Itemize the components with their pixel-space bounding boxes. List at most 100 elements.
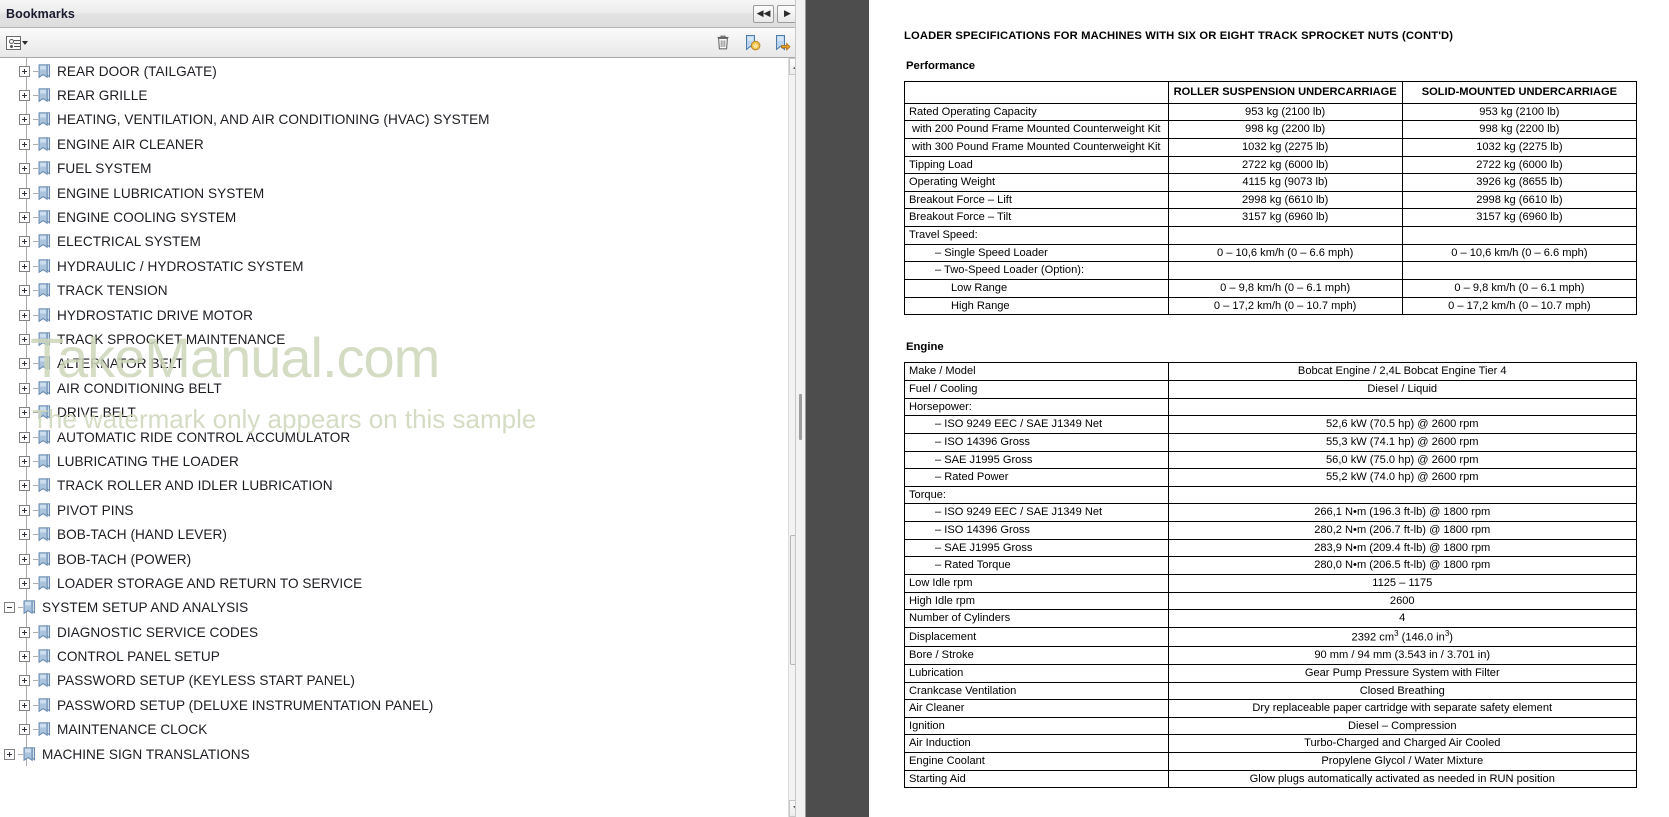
bookmark-icon [38, 210, 51, 225]
row-value: 90 mm / 94 mm (3.543 in / 3.701 in) [1167, 646, 1638, 665]
row-value: 266,1 N•m (196.3 ft-lb) @ 1800 rpm [1167, 503, 1638, 523]
bookmark-item[interactable]: HYDROSTATIC DRIVE MOTOR [0, 303, 788, 327]
expand-toggle-icon[interactable] [19, 382, 30, 394]
collapse-toggle-icon[interactable] [4, 602, 15, 614]
bookmark-item[interactable]: ELECTRICAL SYSTEM [0, 230, 788, 254]
expand-toggle-icon[interactable] [19, 236, 30, 248]
bookmark-icon [38, 576, 51, 591]
bookmark-icon [38, 454, 51, 469]
expand-toggle-icon[interactable] [19, 212, 30, 224]
bookmark-item-label: LOADER STORAGE AND RETURN TO SERVICE [57, 575, 363, 591]
bookmark-item[interactable]: REAR DOOR (TAILGATE) [0, 59, 788, 83]
table-row: – Rated Torque 280,0 N•m (206.5 ft-lb) @ … [904, 556, 1638, 576]
perf-col-1: ROLLER SUSPENSION UNDERCARRIAGE [1167, 81, 1403, 104]
expand-toggle-icon[interactable] [19, 407, 30, 419]
expand-toggle-icon[interactable] [19, 114, 30, 126]
expand-toggle-icon[interactable] [4, 748, 15, 760]
splitter-grip[interactable] [799, 394, 802, 440]
table-row: – Rated Power 55,2 kW (74.0 hp) @ 2600 rp… [904, 468, 1638, 487]
bookmark-item[interactable]: CONTROL PANEL SETUP [0, 644, 788, 668]
expand-toggle-icon[interactable] [19, 724, 30, 736]
row-value: Propylene Glycol / Water Mixture [1167, 752, 1638, 771]
expand-toggle-icon[interactable] [19, 577, 30, 589]
row-value [1167, 397, 1638, 417]
expand-toggle-icon[interactable] [19, 65, 30, 77]
bookmark-item[interactable]: DRIVE BELT [0, 400, 788, 424]
row-label: – SAE J1995 Gross [904, 538, 1169, 558]
bookmark-item[interactable]: MACHINE SIGN TRANSLATIONS [0, 742, 788, 766]
row-value-roller: 0 – 17,2 km/h (0 – 10.7 mph) [1167, 296, 1403, 316]
bookmark-item[interactable]: AIR CONDITIONING BELT [0, 376, 788, 400]
bookmark-item[interactable]: HYDRAULIC / HYDROSTATIC SYSTEM [0, 254, 788, 278]
bookmark-item[interactable]: ENGINE LUBRICATION SYSTEM [0, 181, 788, 205]
bookmark-item[interactable]: DIAGNOSTIC SERVICE CODES [0, 620, 788, 644]
bookmark-item[interactable]: ENGINE AIR CLEANER [0, 132, 788, 156]
bookmark-item[interactable]: PASSWORD SETUP (KEYLESS START PANEL) [0, 669, 788, 693]
table-row: – ISO 14396 Gross 280,2 N•m (206.7 ft-lb)… [904, 521, 1638, 540]
chevron-down-icon [22, 40, 28, 45]
bookmark-item[interactable]: REAR GRILLE [0, 83, 788, 107]
expand-toggle-icon[interactable] [19, 529, 30, 541]
bookmarks-tree-region: REAR DOOR (TAILGATE) REAR GRILLE HEATING, … [0, 58, 805, 817]
bookmark-item-label: ENGINE LUBRICATION SYSTEM [57, 185, 265, 201]
bookmark-item[interactable]: BOB-TACH (POWER) [0, 547, 788, 571]
new-bookmark-icon[interactable] [743, 34, 761, 52]
expand-toggle-icon[interactable] [19, 163, 30, 175]
expand-toggle-icon[interactable] [19, 675, 30, 687]
expand-toggle-icon[interactable] [19, 626, 30, 638]
collapse-all-button[interactable]: ◀◀ [753, 4, 774, 23]
bookmark-item[interactable]: TRACK TENSION [0, 279, 788, 303]
bookmark-item-label: ALTERNATOR BELT [57, 356, 184, 372]
bookmark-item[interactable]: HEATING, VENTILATION, AND AIR CONDITIONI… [0, 108, 788, 132]
bookmark-item[interactable]: LUBRICATING THE LOADER [0, 449, 788, 473]
expand-toggle-icon[interactable] [19, 504, 30, 516]
row-value-solid: 998 kg (2200 lb) [1401, 120, 1638, 139]
bookmark-item[interactable]: SYSTEM SETUP AND ANALYSIS [0, 596, 788, 620]
bookmark-item[interactable]: PIVOT PINS [0, 498, 788, 522]
row-label: Torque: [904, 485, 1169, 505]
bookmark-item[interactable]: TRACK ROLLER AND IDLER LUBRICATION [0, 474, 788, 498]
panel-splitter[interactable] [795, 0, 805, 817]
expand-toggle-icon[interactable] [19, 138, 30, 150]
expand-toggle-icon[interactable] [19, 651, 30, 663]
row-value: 283,9 N•m (209.4 ft-lb) @ 1800 rpm [1167, 538, 1638, 558]
row-label: Tipping Load [904, 155, 1169, 175]
bookmarks-tree[interactable]: REAR DOOR (TAILGATE) REAR GRILLE HEATING, … [0, 58, 788, 817]
bookmark-item[interactable]: ENGINE COOLING SYSTEM [0, 205, 788, 229]
expand-toggle-icon[interactable] [19, 309, 30, 321]
performance-table-body: Rated Operating Capacity 953 kg (2100 lb)… [904, 102, 1638, 316]
bookmark-item[interactable]: BOB-TACH (HAND LEVER) [0, 522, 788, 546]
trash-icon[interactable] [715, 34, 731, 51]
bookmark-item[interactable]: PASSWORD SETUP (DELUXE INSTRUMENTATION P… [0, 693, 788, 717]
row-label: Air Cleaner [904, 699, 1169, 718]
expand-toggle-icon[interactable] [19, 90, 30, 102]
expand-toggle-icon[interactable] [19, 455, 30, 467]
table-row: Travel Speed: [904, 226, 1638, 245]
bookmark-item[interactable]: TRACK SPROCKET MAINTENANCE [0, 327, 788, 351]
expand-toggle-icon[interactable] [19, 333, 30, 345]
table-row: – ISO 9249 EEC / SAE J1349 Net 266,1 N•m … [904, 503, 1638, 523]
row-value-roller: 2998 kg (6610 lb) [1167, 190, 1403, 210]
table-row: Air Induction Turbo-Charged and Charged A… [904, 734, 1638, 754]
table-row: Fuel / Cooling Diesel / Liquid [904, 379, 1638, 399]
bookmark-item[interactable]: AUTOMATIC RIDE CONTROL ACCUMULATOR [0, 425, 788, 449]
expand-toggle-icon[interactable] [19, 431, 30, 443]
expand-toggle-icon[interactable] [19, 358, 30, 370]
bookmark-item[interactable]: ALTERNATOR BELT [0, 352, 788, 376]
expand-toggle-icon[interactable] [19, 480, 30, 492]
expand-toggle-icon[interactable] [19, 699, 30, 711]
bookmark-item[interactable]: FUEL SYSTEM [0, 157, 788, 181]
edit-bookmark-icon[interactable] [773, 34, 791, 52]
bookmark-item[interactable]: MAINTENANCE CLOCK [0, 718, 788, 742]
table-row: Operating Weight 4115 kg (9073 lb) 3926 kg… [904, 173, 1638, 192]
expand-toggle-icon[interactable] [19, 553, 30, 565]
page-title: LOADER SPECIFICATIONS FOR MACHINES WITH … [904, 30, 1454, 42]
perf-col-0 [904, 81, 1169, 104]
bookmark-item[interactable]: LOADER STORAGE AND RETURN TO SERVICE [0, 571, 788, 595]
options-button[interactable] [4, 35, 30, 51]
expand-toggle-icon[interactable] [19, 187, 30, 199]
expand-toggle-icon[interactable] [19, 285, 30, 297]
engine-table: Make / Model Bobcat Engine / 2,4L Bobcat … [904, 362, 1638, 789]
expand-toggle-icon[interactable] [19, 260, 30, 272]
pdf-view-area[interactable]: LOADER SPECIFICATIONS FOR MACHINES WITH … [806, 0, 1669, 817]
